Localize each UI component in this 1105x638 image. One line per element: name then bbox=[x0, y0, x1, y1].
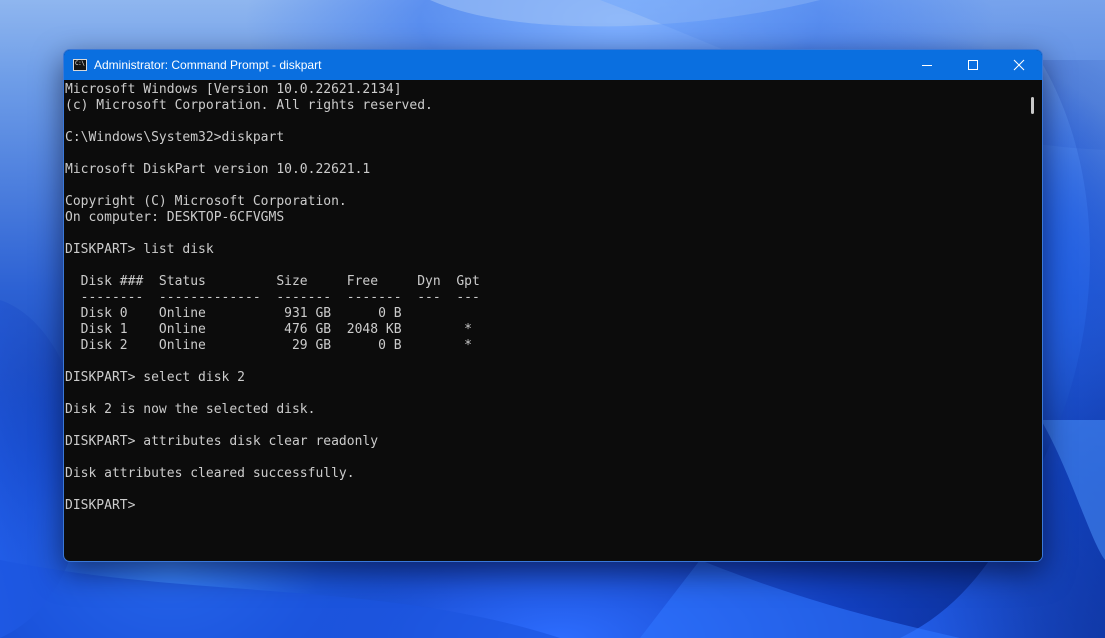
console-line: On computer: DESKTOP-6CFVGMS bbox=[65, 210, 285, 225]
console-line: (c) Microsoft Corporation. All rights re… bbox=[65, 98, 433, 113]
console-line: Disk ### Status Size Free Dyn Gpt bbox=[65, 274, 480, 289]
console-line: Disk 2 Online 29 GB 0 B * bbox=[65, 338, 472, 353]
console-output[interactable]: Microsoft Windows [Version 10.0.22621.21… bbox=[64, 80, 1026, 561]
console-line: Copyright (C) Microsoft Corporation. bbox=[65, 194, 347, 209]
console-line: DISKPART> attributes disk clear readonly bbox=[65, 434, 379, 449]
scrollbar-thumb[interactable] bbox=[1031, 97, 1034, 114]
cmd-app-icon-glyph: C:\ bbox=[75, 60, 85, 67]
maximize-icon bbox=[968, 60, 978, 70]
vertical-scrollbar[interactable] bbox=[1026, 80, 1042, 561]
console-line: Disk 2 is now the selected disk. bbox=[65, 402, 316, 417]
console-line: Disk 1 Online 476 GB 2048 KB * bbox=[65, 322, 472, 337]
console-line: -------- ------------- ------- ------- -… bbox=[65, 290, 480, 305]
console-line: DISKPART> list disk bbox=[65, 242, 214, 257]
title-bar[interactable]: C:\ Administrator: Command Prompt - disk… bbox=[64, 50, 1042, 80]
close-button[interactable] bbox=[996, 50, 1042, 80]
console-line: C:\Windows\System32>diskpart bbox=[65, 130, 285, 145]
console-line: DISKPART> bbox=[65, 498, 144, 513]
console-line: Disk 0 Online 931 GB 0 B bbox=[65, 306, 402, 321]
cmd-app-icon[interactable]: C:\ bbox=[73, 59, 87, 71]
close-icon bbox=[1013, 59, 1025, 71]
minimize-icon bbox=[922, 65, 932, 66]
console-line: Microsoft Windows [Version 10.0.22621.21… bbox=[65, 82, 402, 97]
console-line: Disk attributes cleared successfully. bbox=[65, 466, 355, 481]
command-prompt-window[interactable]: C:\ Administrator: Command Prompt - disk… bbox=[63, 49, 1043, 562]
console-line: Microsoft DiskPart version 10.0.22621.1 bbox=[65, 162, 371, 177]
window-title: Administrator: Command Prompt - diskpart bbox=[94, 58, 322, 72]
minimize-button[interactable] bbox=[904, 50, 950, 80]
maximize-button[interactable] bbox=[950, 50, 996, 80]
console-line: DISKPART> select disk 2 bbox=[65, 370, 246, 385]
